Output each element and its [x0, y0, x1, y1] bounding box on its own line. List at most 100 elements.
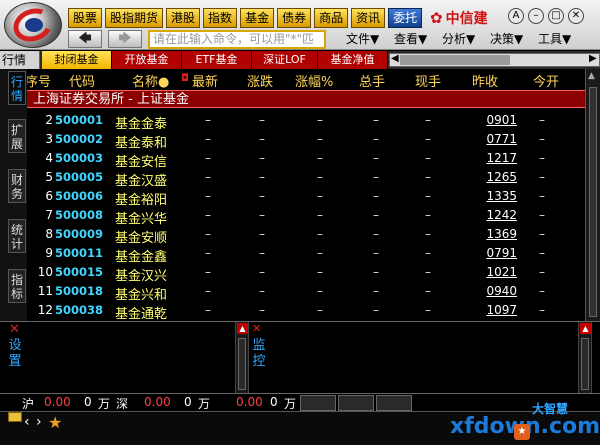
command-input[interactable]: 请在此输入命令，可以用"*"匹: [148, 30, 326, 49]
status-slot-1[interactable]: [300, 395, 336, 411]
fund-code: 500005: [55, 170, 104, 184]
empty-cell: –: [373, 303, 379, 317]
nav-index-button[interactable]: 指数: [203, 8, 238, 28]
table-row[interactable]: 9 500011 基金金鑫 – – – – –0791–: [27, 244, 585, 265]
empty-cell: –: [539, 246, 545, 260]
status-slot-3[interactable]: [376, 395, 412, 411]
monitor-label-char: 控: [252, 354, 266, 369]
forward-button[interactable]: 🡆: [108, 30, 142, 48]
col-header-latest[interactable]: 最新: [192, 71, 218, 90]
nav-commodities-button[interactable]: 商品: [314, 8, 349, 28]
minimize-icon[interactable]: –: [528, 8, 544, 24]
col-header-prev-close[interactable]: 昨收: [472, 71, 498, 90]
empty-cell: –: [317, 151, 323, 165]
tab-fund-nav[interactable]: 基金净值: [318, 51, 388, 69]
side-tab-indicator[interactable]: 指 标: [8, 269, 26, 303]
table-row[interactable]: 11 500018 基金兴和 – – – – –0940–: [27, 282, 585, 303]
monitor-panel-scrollbar[interactable]: ▲: [578, 322, 592, 394]
col-header-open[interactable]: 今开: [533, 71, 559, 90]
fund-name: 基金通乾: [115, 307, 168, 321]
prev-close: 0791: [486, 246, 517, 260]
nav-bonds-button[interactable]: 债券: [277, 8, 312, 28]
table-row[interactable]: 7 500008 基金兴华 – – – – –1242–: [27, 206, 585, 227]
tab-scroll-left-icon[interactable]: ◀: [391, 53, 399, 64]
prev-icon[interactable]: ‹: [24, 414, 30, 430]
tab-sz-lof[interactable]: 深证LOF: [252, 51, 318, 69]
tab-scrollbar[interactable]: ◀ ▶: [389, 53, 600, 67]
exchange-section-header[interactable]: 上海证券交易所 - 上证基金: [27, 90, 585, 108]
panel-scroll-thumb[interactable]: [238, 338, 246, 390]
close-icon[interactable]: ✕: [568, 8, 584, 24]
empty-cell: –: [425, 189, 431, 203]
table-row[interactable]: 6 500006 基金裕阳 – – – – –1335–: [27, 187, 585, 208]
empty-cell: –: [205, 303, 211, 317]
monitor-panel-label[interactable]: 监 控: [251, 338, 267, 370]
side-tab-quotes[interactable]: 行 情: [8, 71, 26, 105]
col-header-name[interactable]: 名称●: [132, 71, 169, 90]
menu-file[interactable]: 文件▼: [346, 30, 379, 49]
table-row[interactable]: 10 500015 基金汉兴 – – – – –1021–: [27, 263, 585, 284]
table-scroll-thumb[interactable]: [589, 87, 597, 317]
tab-scroll-right-icon[interactable]: ▶: [589, 53, 597, 64]
menu-decision[interactable]: 决策▼: [490, 30, 523, 49]
table-header: 序号 代码 名称● ◘ 最新 涨跌 涨幅% 总手 现手 昨收 今开: [27, 69, 585, 90]
empty-cell: –: [205, 189, 211, 203]
tab-scroll-thumb[interactable]: [400, 55, 510, 65]
sort-indicator-icon: ◘: [181, 73, 189, 84]
table-vertical-scrollbar[interactable]: ▲: [585, 69, 600, 321]
tab-open-fund[interactable]: 开放基金: [112, 51, 182, 69]
col-header-change[interactable]: 涨跌: [247, 71, 273, 90]
nav-funds-button[interactable]: 基金: [240, 8, 275, 28]
table-row[interactable]: 5 500005 基金汉盛 – – – – –1265–: [27, 168, 585, 189]
empty-cell: –: [425, 151, 431, 165]
side-tab-extended[interactable]: 扩 展: [8, 119, 26, 153]
panel-scroll-up-icon[interactable]: ▲: [237, 323, 248, 334]
close-monitor-panel-icon[interactable]: ✕: [252, 322, 261, 335]
monitor-scroll-thumb[interactable]: [581, 338, 589, 390]
close-settings-panel-icon[interactable]: ✕: [9, 322, 20, 337]
sz-index-value: 0.00: [144, 395, 171, 409]
col-header-volume[interactable]: 总手: [359, 71, 385, 90]
tab-closed-fund[interactable]: 封闭基金: [42, 51, 112, 69]
favorite-star-icon[interactable]: ★: [48, 413, 62, 432]
fund-code: 500003: [55, 151, 104, 165]
table-row[interactable]: 4 500003 基金安信 – – – – –1217–: [27, 149, 585, 170]
settings-panel-label[interactable]: 设 置: [7, 338, 23, 370]
table-row[interactable]: 12 500038 基金通乾 – – – – – 1097 –: [27, 301, 585, 321]
col-header-current-vol[interactable]: 现手: [415, 71, 441, 90]
nav-hk-stocks-button[interactable]: 港股: [166, 8, 201, 28]
help-icon[interactable]: A: [508, 8, 524, 24]
table-row[interactable]: 3 500002 基金泰和 – – – – –0771–: [27, 130, 585, 151]
tab-etf-fund[interactable]: ETF基金: [182, 51, 252, 69]
nav-news-button[interactable]: 资讯: [351, 8, 386, 28]
nav-stocks-button[interactable]: 股票: [68, 8, 103, 28]
scroll-up-icon[interactable]: ▲: [588, 71, 595, 81]
menu-analysis[interactable]: 分析▼: [442, 30, 475, 49]
table-row[interactable]: 8 500009 基金安顺 – – – – –1369–: [27, 225, 585, 246]
menu-tools[interactable]: 工具▼: [538, 30, 571, 49]
settings-label-char: 设: [8, 338, 22, 353]
settings-panel-scrollbar[interactable]: ▲: [235, 322, 249, 394]
menu-view[interactable]: 查看▼: [394, 30, 427, 49]
status-slot-2[interactable]: [338, 395, 374, 411]
col-header-no[interactable]: 序号: [27, 71, 51, 90]
nav-index-futures-button[interactable]: 股指期货: [105, 8, 164, 28]
col-header-code[interactable]: 代码: [69, 71, 95, 90]
maximize-icon[interactable]: □: [548, 8, 564, 24]
row-number: 6: [45, 189, 53, 203]
mail-icon[interactable]: [8, 412, 22, 422]
col-header-change-pct[interactable]: 涨幅%: [295, 71, 333, 90]
back-button[interactable]: 🡄: [68, 30, 102, 48]
side-tab-finance[interactable]: 财 务: [8, 169, 26, 203]
side-tab-statistics[interactable]: 统 计: [8, 219, 26, 253]
table-row[interactable]: 2 500001 基金金泰 – – – – –0901–: [27, 111, 585, 132]
monitor-scroll-up-icon[interactable]: ▲: [580, 323, 591, 334]
prev-close: 0940: [486, 284, 517, 298]
empty-cell: –: [373, 189, 379, 203]
prev-close: 1097: [486, 303, 517, 317]
empty-cell: –: [259, 303, 265, 317]
fund-code: 500015: [55, 265, 104, 279]
empty-cell: –: [373, 227, 379, 241]
next-icon[interactable]: ›: [36, 414, 42, 430]
nav-trade-button[interactable]: 委托: [388, 8, 423, 28]
